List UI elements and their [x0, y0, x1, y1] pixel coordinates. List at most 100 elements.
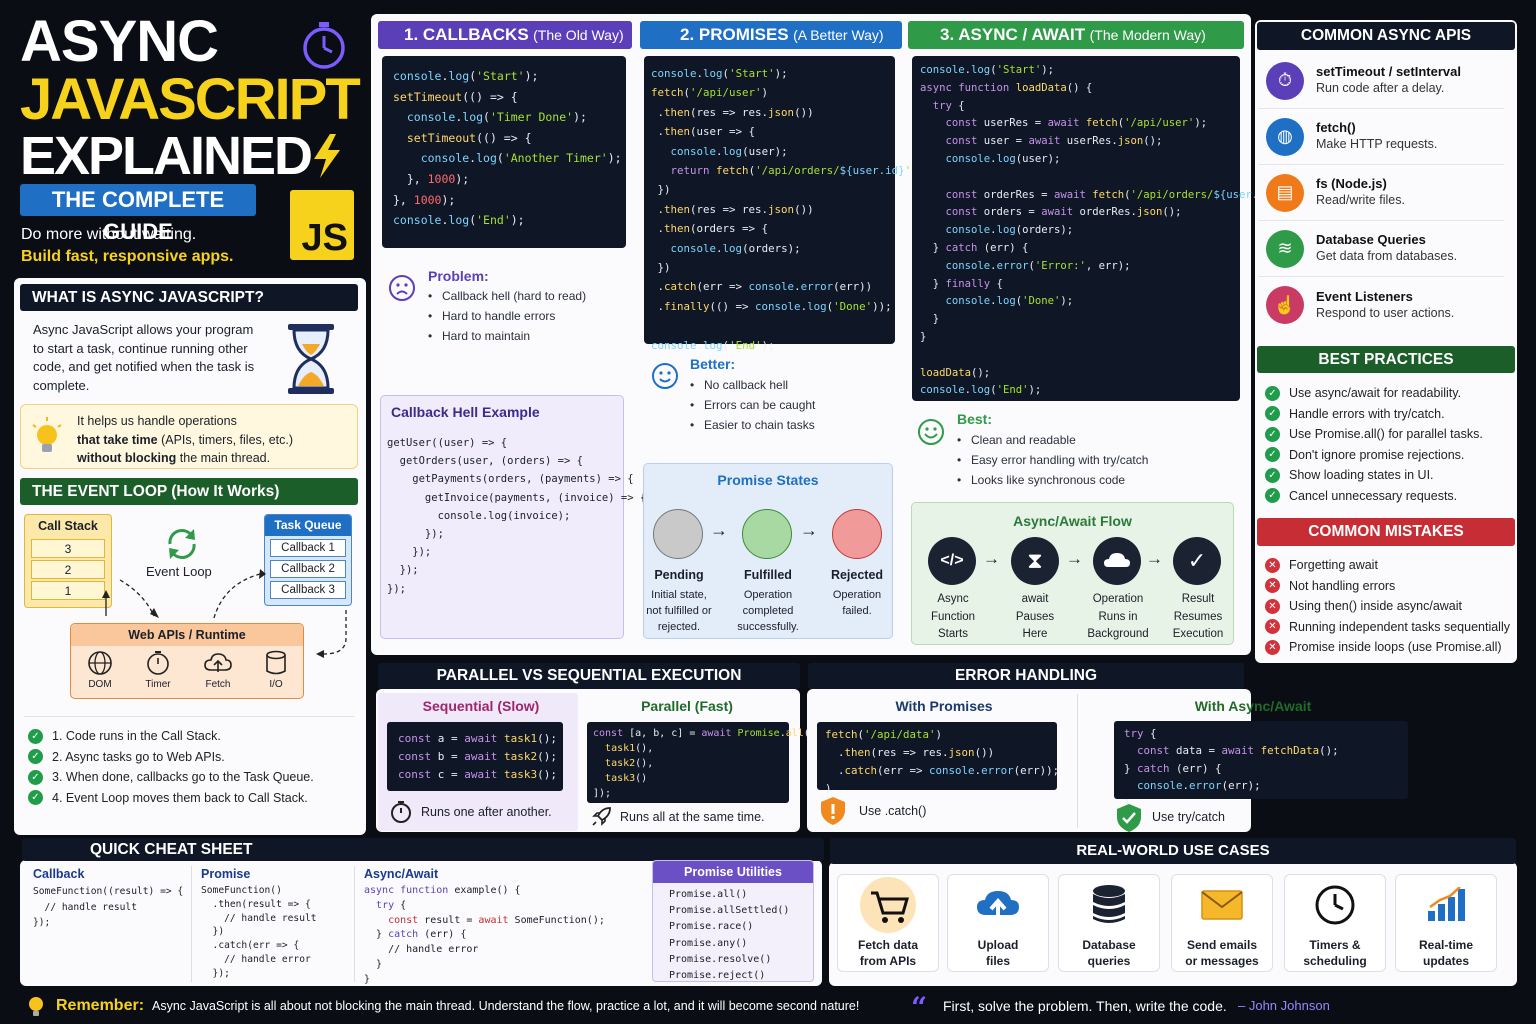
tip-line-2: (APIs, timers, files, etc.) — [157, 432, 294, 447]
check-icon: ✓ — [1265, 406, 1280, 422]
async-subtitle: (The Modern Way) — [1089, 27, 1206, 43]
check-icon: ✓ — [28, 728, 43, 744]
what-is-body: Async JavaScript allows your program to … — [33, 322, 255, 393]
check-icon: ✓ — [1265, 385, 1280, 401]
tip-bold-1: that take time — [77, 432, 158, 447]
tagline-1: Do more without waiting. — [21, 226, 197, 243]
utility-item: Promise.any() — [669, 937, 748, 949]
practice-item: ✓ Use async/await for readability. — [1265, 383, 1513, 404]
use-case-card: Timers & scheduling — [1284, 874, 1386, 972]
web-apis-label: Web APIs / Runtime — [71, 624, 303, 646]
pointer-icon: ☝ — [1266, 286, 1304, 324]
stopwatch-small-icon — [391, 801, 411, 823]
check-icon: ✓ — [28, 790, 43, 806]
footer: Remember: Async JavaScript is all about … — [0, 990, 1536, 1024]
state-pending-circle — [653, 509, 703, 559]
sad-face-icon — [389, 275, 415, 301]
mistake-item: ✕ Forgetting await — [1265, 555, 1515, 576]
stopwatch-icon — [303, 22, 345, 69]
flow-label: Result Resumes Execution — [1172, 593, 1224, 640]
envelope-icon — [1201, 890, 1243, 920]
remember-text: Async JavaScript is all about not blocki… — [152, 999, 860, 1013]
task-queue-label: Task Queue — [265, 515, 351, 536]
async-flow-title: Async/Await Flow — [1013, 513, 1132, 529]
cheat-promise-title: Promise — [201, 867, 251, 881]
sequential-code: const a = await task1(); const b = await… — [387, 722, 563, 791]
step-item: ✓ 1. Code runs in the Call Stack. — [28, 726, 358, 747]
web-apis: Web APIs / Runtime DOM Timer Fetch I/O — [70, 623, 304, 699]
cheat-promise-code: SomeFunction() .then(result => { // hand… — [201, 885, 317, 979]
cheat-async-title: Async/Await — [364, 867, 439, 881]
promises-title: 2. PROMISES — [680, 25, 789, 44]
with-promises-title: With Promises — [895, 698, 993, 714]
sequential-note: Runs one after another. — [421, 805, 552, 819]
better-item: Easier to chain tasks — [690, 415, 890, 435]
x-icon: ✕ — [1265, 598, 1280, 614]
utility-item: Promise.race() — [669, 921, 754, 933]
with-promises-code: fetch('/api/data') .then(res => res.json… — [817, 722, 1059, 795]
callback-hell-title: Callback Hell Example — [391, 404, 540, 420]
promise-states-box: Promise States → → Pending Initial state… — [643, 463, 893, 639]
api-item: ≋ Database Queries Get data from databases… — [1258, 221, 1504, 277]
arrow-icon: → — [800, 520, 818, 540]
promise-utilities-box: Promise Utilities Promise.all() Promise.… — [652, 860, 814, 982]
arrow-icon: → — [1066, 549, 1083, 568]
best-item: Easy error handling with try/catch — [957, 450, 1237, 470]
error-title: ERROR HANDLING — [808, 663, 1244, 689]
mistake-item: ✕ Not handling errors — [1265, 576, 1515, 597]
common-apis-title: COMMON ASYNC APIS — [1257, 22, 1515, 50]
async-header: 3. ASYNC / AWAIT (The Modern Way) — [908, 21, 1244, 49]
practice-item: ✓ Handle errors with try/catch. — [1265, 404, 1513, 425]
better-title: Better: — [690, 356, 736, 372]
mistakes-title: COMMON MISTAKES — [1257, 518, 1515, 546]
callbacks-title: 1. CALLBACKS — [404, 25, 529, 44]
quote-text: First, solve the problem. Then, write th… — [943, 998, 1227, 1014]
use-case-label: Fetch data — [857, 938, 918, 952]
async-code: console.log('Start'); async function loa… — [912, 56, 1296, 401]
mistakes-list: ✕ Forgetting await ✕ Not handling errors ✕… — [1265, 555, 1515, 658]
best-item: Looks like synchronous code — [957, 470, 1237, 490]
api-item: ☝ Event Listeners Respond to user actions. — [1258, 277, 1504, 333]
step-item: ✓ 3. When done, callbacks go to the Task … — [28, 767, 358, 788]
problem-item: Hard to handle errors — [428, 306, 628, 326]
sequential-title: Sequential (Slow) — [422, 698, 540, 714]
database-icon — [1093, 885, 1125, 923]
event-loop-title: THE EVENT LOOP (How It Works) — [20, 478, 358, 505]
state-name: Pending — [654, 568, 704, 582]
tip-bold-2: without blocking — [77, 451, 177, 465]
checkmark-icon: ✓ — [1173, 537, 1221, 585]
arrow-icon: → — [983, 549, 1000, 568]
cart-icon — [860, 877, 916, 933]
use-case-label: Real-time — [1418, 938, 1474, 952]
with-async-title: With Async/Await — [1194, 698, 1312, 714]
tip-line-3: the main thread. — [176, 451, 271, 465]
cheat-callback-title: Callback — [33, 867, 85, 881]
check-icon: ✓ — [1265, 447, 1280, 463]
parallel-note: Runs all at the same time. — [620, 810, 765, 824]
event-loop-steps: ✓ 1. Code runs in the Call Stack. ✓ 2. Asy… — [28, 726, 358, 808]
practice-item: ✓ Cancel unnecessary requests. — [1265, 486, 1513, 507]
check-icon: ✓ — [28, 749, 43, 765]
use-try-catch-note: Use try/catch — [1152, 810, 1225, 824]
use-case-label: Database — [1082, 938, 1136, 952]
database-icon — [266, 650, 286, 675]
callback-hell-box: Callback Hell Example getUser((user) => … — [380, 395, 646, 639]
use-case-label: files — [985, 954, 1010, 968]
better-list: No callback hell Errors can be caught Ea… — [690, 375, 890, 435]
use-case-card: Real-time updates — [1395, 874, 1497, 972]
hourglass-small-icon: ⧗ — [1011, 537, 1059, 585]
cloud-upload-icon — [977, 891, 1019, 921]
api-item: ◍ fetch() Make HTTP requests. — [1258, 109, 1504, 165]
cheat-title: QUICK CHEAT SHEET — [22, 838, 824, 861]
best-item: Clean and readable — [957, 430, 1237, 450]
smile-face-icon — [652, 363, 678, 389]
state-fulfilled-circle — [742, 509, 792, 559]
globe-icon — [88, 651, 112, 675]
use-case-label: from APIs — [859, 954, 917, 968]
lightning-icon — [314, 134, 340, 178]
common-apis-list: ⏱ setTimeout / setInterval Run code after … — [1258, 53, 1504, 333]
practice-item: ✓ Don't ignore promise rejections. — [1265, 445, 1513, 466]
callback-hell-code: getUser((user) => { getOrders(user, (ord… — [387, 437, 646, 595]
happy-face-icon — [918, 419, 944, 445]
arrow-icon: → — [710, 520, 728, 540]
